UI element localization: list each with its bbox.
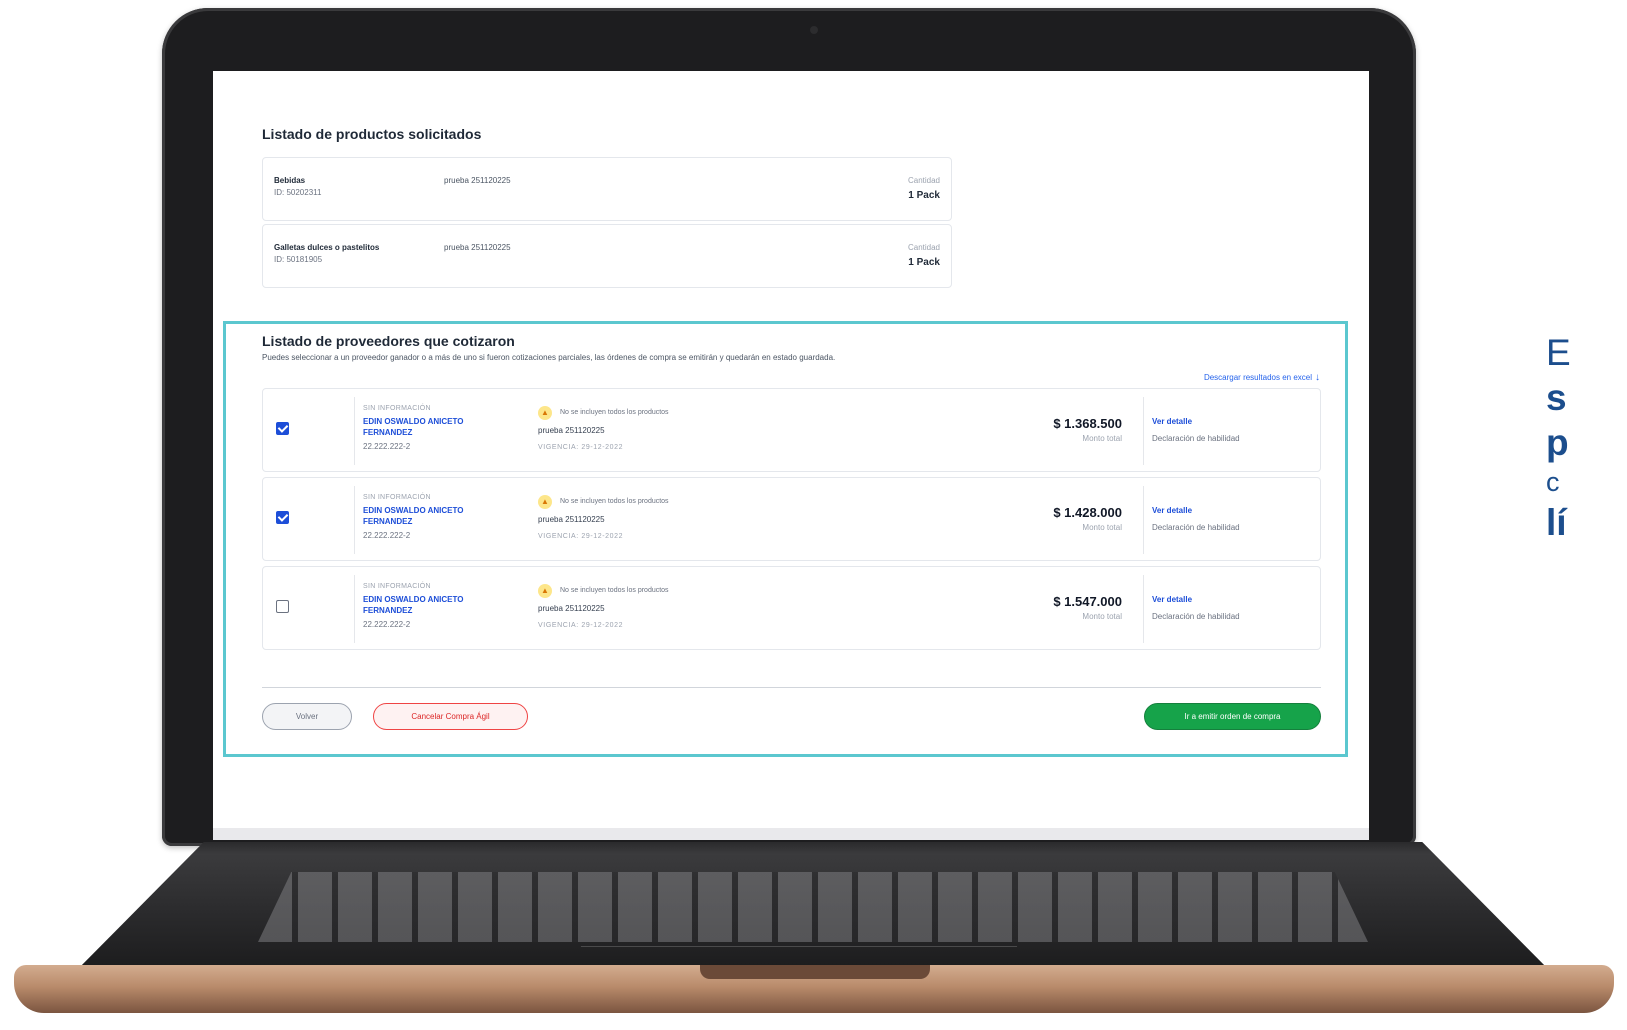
supplier-name: EDIN OSWALDO ANICETO FERNANDEZ xyxy=(363,595,464,615)
quote-description: prueba 251120225 xyxy=(538,515,605,524)
supplier-name: EDIN OSWALDO ANICETO FERNANDEZ xyxy=(363,417,464,437)
view-detail-link[interactable]: Ver detalle xyxy=(1152,417,1192,426)
product-name: Bebidas xyxy=(274,176,306,185)
side-caption-line: s xyxy=(1546,377,1567,418)
warning-icon: ▲ xyxy=(538,584,552,598)
keyboard-keys xyxy=(258,872,1368,942)
quote-amount-label: Monto total xyxy=(1082,523,1122,532)
quantity-label: Cantidad xyxy=(907,243,940,252)
product-id: ID: 50181905 xyxy=(274,255,323,264)
supplier-info-status: SIN INFORMACIÓN xyxy=(363,494,431,501)
back-button[interactable]: Volver xyxy=(262,703,352,730)
declaration-label: Declaración de habilidad xyxy=(1152,612,1240,621)
actions-divider xyxy=(262,687,1321,688)
download-excel-label: Descargar resultados en excel xyxy=(1203,373,1312,382)
warning-icon: ▲ xyxy=(538,495,552,509)
suppliers-section-subtitle: Puedes seleccionar a un proveedor ganado… xyxy=(262,353,836,362)
quote-validity: VIGENCIA: 29-12-2022 xyxy=(538,444,624,451)
warning-icon: ▲ xyxy=(538,406,552,420)
emit-purchase-order-button[interactable]: Ir a emitir orden de compra xyxy=(1144,703,1321,730)
warning-text: No se incluyen todos los productos xyxy=(560,409,669,416)
quote-amount-label: Monto total xyxy=(1082,434,1122,443)
quote-description: prueba 251120225 xyxy=(538,604,605,613)
supplier-row: SIN INFORMACIÓN EDIN OSWALDO ANICETO FER… xyxy=(262,477,1321,561)
quote-amount: $ 1.428.000 xyxy=(1053,505,1122,520)
supplier-checkbox[interactable] xyxy=(276,422,289,435)
divider xyxy=(354,575,355,643)
divider xyxy=(1143,575,1144,643)
supplier-info-status: SIN INFORMACIÓN xyxy=(363,583,431,590)
warning-text: No se incluyen todos los productos xyxy=(560,587,669,594)
products-section-title: Listado de productos solicitados xyxy=(262,126,482,142)
quote-description: prueba 251120225 xyxy=(538,426,605,435)
screen-bezel-bottom xyxy=(213,828,1369,840)
supplier-rut: 22.222.222-2 xyxy=(363,531,411,540)
view-detail-link[interactable]: Ver detalle xyxy=(1152,506,1192,515)
divider xyxy=(354,486,355,554)
side-caption-line: p xyxy=(1546,422,1569,463)
supplier-info-status: SIN INFORMACIÓN xyxy=(363,405,431,412)
quote-amount-label: Monto total xyxy=(1082,612,1122,621)
warning-text: No se incluyen todos los productos xyxy=(560,498,669,505)
side-caption-line: lí xyxy=(1546,502,1567,543)
declaration-label: Declaración de habilidad xyxy=(1152,434,1240,443)
laptop-notch xyxy=(700,965,930,979)
quantity-value: 1 Pack xyxy=(908,190,940,201)
cancel-agile-purchase-button[interactable]: Cancelar Compra Ágil xyxy=(373,703,528,730)
quantity-label: Cantidad xyxy=(907,176,940,185)
supplier-rut: 22.222.222-2 xyxy=(363,442,411,451)
quote-validity: VIGENCIA: 29-12-2022 xyxy=(538,622,624,629)
product-name: Galletas dulces o pastelitos xyxy=(274,243,380,252)
supplier-name: EDIN OSWALDO ANICETO FERNANDEZ xyxy=(363,506,464,526)
side-caption: E s p c lí xyxy=(1546,330,1627,545)
quote-validity: VIGENCIA: 29-12-2022 xyxy=(538,533,624,540)
product-description: prueba 251120225 xyxy=(444,243,511,252)
side-caption-line: c xyxy=(1546,467,1560,497)
view-detail-link[interactable]: Ver detalle xyxy=(1152,595,1192,604)
divider xyxy=(354,397,355,465)
supplier-row: SIN INFORMACIÓN EDIN OSWALDO ANICETO FER… xyxy=(262,566,1321,650)
app-screen: Listado de productos solicitados Bebidas… xyxy=(213,71,1369,828)
declaration-label: Declaración de habilidad xyxy=(1152,523,1240,532)
suppliers-section-title: Listado de proveedores que cotizaron xyxy=(262,333,515,349)
side-caption-line: E xyxy=(1546,332,1571,373)
divider xyxy=(1143,397,1144,465)
quote-amount: $ 1.368.500 xyxy=(1053,416,1122,431)
divider xyxy=(1143,486,1144,554)
supplier-checkbox[interactable] xyxy=(276,511,289,524)
supplier-checkbox[interactable] xyxy=(276,600,289,613)
product-description: prueba 251120225 xyxy=(444,176,511,185)
quantity-value: 1 Pack xyxy=(908,257,940,268)
arrow-down-icon: ↓ xyxy=(1315,372,1320,383)
product-card: Galletas dulces o pastelitos ID: 5018190… xyxy=(262,224,952,288)
download-excel-link[interactable]: Descargar resultados en excel ↓ xyxy=(1204,367,1320,385)
supplier-rut: 22.222.222-2 xyxy=(363,620,411,629)
quote-amount: $ 1.547.000 xyxy=(1053,594,1122,609)
camera-icon xyxy=(810,26,818,34)
product-id: ID: 50202311 xyxy=(274,188,322,197)
supplier-row: SIN INFORMACIÓN EDIN OSWALDO ANICETO FER… xyxy=(262,388,1321,472)
product-card: Bebidas ID: 50202311 prueba 251120225 Ca… xyxy=(262,157,952,221)
